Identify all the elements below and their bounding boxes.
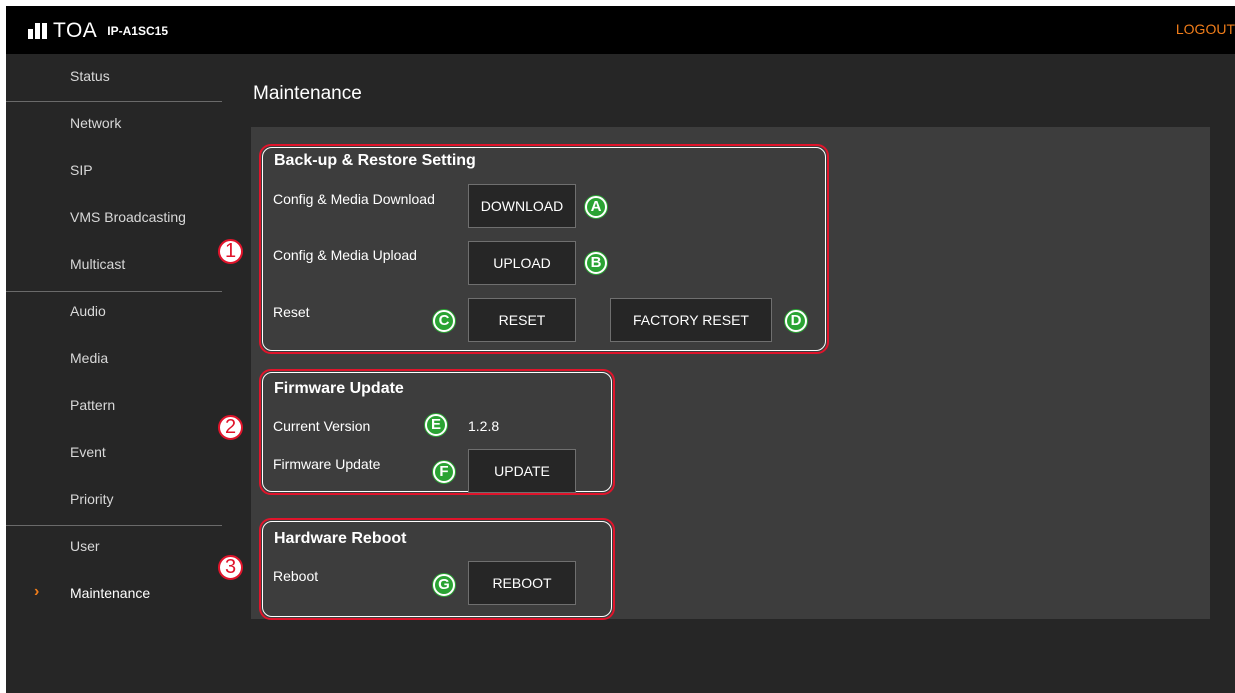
chevron-right-icon: › <box>34 583 40 600</box>
callout-number-1: 1 <box>218 239 243 264</box>
reset-label: Reset <box>273 304 310 320</box>
factory-reset-button[interactable]: FACTORY RESET <box>610 298 772 342</box>
sidebar-item-media[interactable]: Media <box>6 336 222 383</box>
top-bar: TOA IP-A1SC15 LOGOUT <box>6 6 1235 54</box>
sidebar-item-label: Audio <box>70 303 106 319</box>
upload-label: Config & Media Upload <box>273 247 417 263</box>
firmware-update-label: Firmware Update <box>273 456 381 472</box>
callout-number-2: 2 <box>218 415 243 440</box>
brand-name: TOA <box>53 19 98 42</box>
page-title: Maintenance <box>253 83 362 104</box>
update-button[interactable]: UPDATE <box>468 449 576 493</box>
sidebar-divider <box>6 291 222 292</box>
sidebar-item-maintenance[interactable]: › Maintenance <box>6 571 222 618</box>
callout-letter-d: D <box>785 310 807 332</box>
sidebar-item-user[interactable]: User <box>6 524 222 571</box>
sidebar-item-audio[interactable]: Audio <box>6 289 222 336</box>
current-version-value: 1.2.8 <box>468 418 500 434</box>
sidebar-divider <box>6 101 222 102</box>
current-version-label: Current Version <box>273 418 371 434</box>
sidebar-item-status[interactable]: Status <box>6 54 222 101</box>
sidebar-nav: Status Network SIP VMS Broadcasting Mult… <box>6 54 222 618</box>
sidebar-divider <box>6 525 222 526</box>
callout-letter-b: B <box>585 252 607 274</box>
sidebar-item-event[interactable]: Event <box>6 430 222 477</box>
backup-section-title: Back-up & Restore Setting <box>274 152 476 169</box>
callout-letter-f: F <box>433 461 455 483</box>
sidebar-item-network[interactable]: Network <box>6 101 222 148</box>
sidebar-item-label: Media <box>70 350 109 366</box>
toa-logo-icon <box>28 23 47 39</box>
callout-letter-c: C <box>433 310 455 332</box>
upload-button[interactable]: UPLOAD <box>468 241 576 285</box>
sidebar-item-label: Maintenance <box>70 585 151 601</box>
sidebar-item-label: VMS Broadcasting <box>70 209 186 225</box>
model-name: IP-A1SC15 <box>107 24 168 38</box>
logout-link[interactable]: LOGOUT <box>1176 21 1235 37</box>
sidebar-item-label: Status <box>70 68 110 84</box>
sidebar-item-label: Event <box>70 444 106 460</box>
reset-button[interactable]: RESET <box>468 298 576 342</box>
sidebar-item-priority[interactable]: Priority <box>6 477 222 524</box>
reboot-button[interactable]: REBOOT <box>468 561 576 605</box>
sidebar-item-multicast[interactable]: Multicast <box>6 242 222 289</box>
sidebar-item-sip[interactable]: SIP <box>6 148 222 195</box>
reboot-label: Reboot <box>273 568 319 584</box>
sidebar-item-label: Network <box>70 115 122 131</box>
sidebar-item-vms-broadcasting[interactable]: VMS Broadcasting <box>6 195 222 242</box>
sidebar-item-label: Priority <box>70 491 114 507</box>
callout-letter-e: E <box>425 414 447 436</box>
brand-logo: TOA IP-A1SC15 <box>28 19 168 43</box>
sidebar-item-pattern[interactable]: Pattern <box>6 383 222 430</box>
device-web-ui: TOA IP-A1SC15 LOGOUT Status Network SIP … <box>6 6 1235 693</box>
sidebar-item-label: Pattern <box>70 397 116 413</box>
firmware-section-title: Firmware Update <box>274 380 404 397</box>
reboot-section-title: Hardware Reboot <box>274 530 407 547</box>
callout-letter-a: A <box>585 196 607 218</box>
sidebar-item-label: User <box>70 538 100 554</box>
download-label: Config & Media Download <box>273 191 435 207</box>
callout-letter-g: G <box>433 574 455 596</box>
callout-number-3: 3 <box>218 555 243 580</box>
sidebar-item-label: SIP <box>70 162 93 178</box>
download-button[interactable]: DOWNLOAD <box>468 184 576 228</box>
sidebar-item-label: Multicast <box>70 256 126 272</box>
